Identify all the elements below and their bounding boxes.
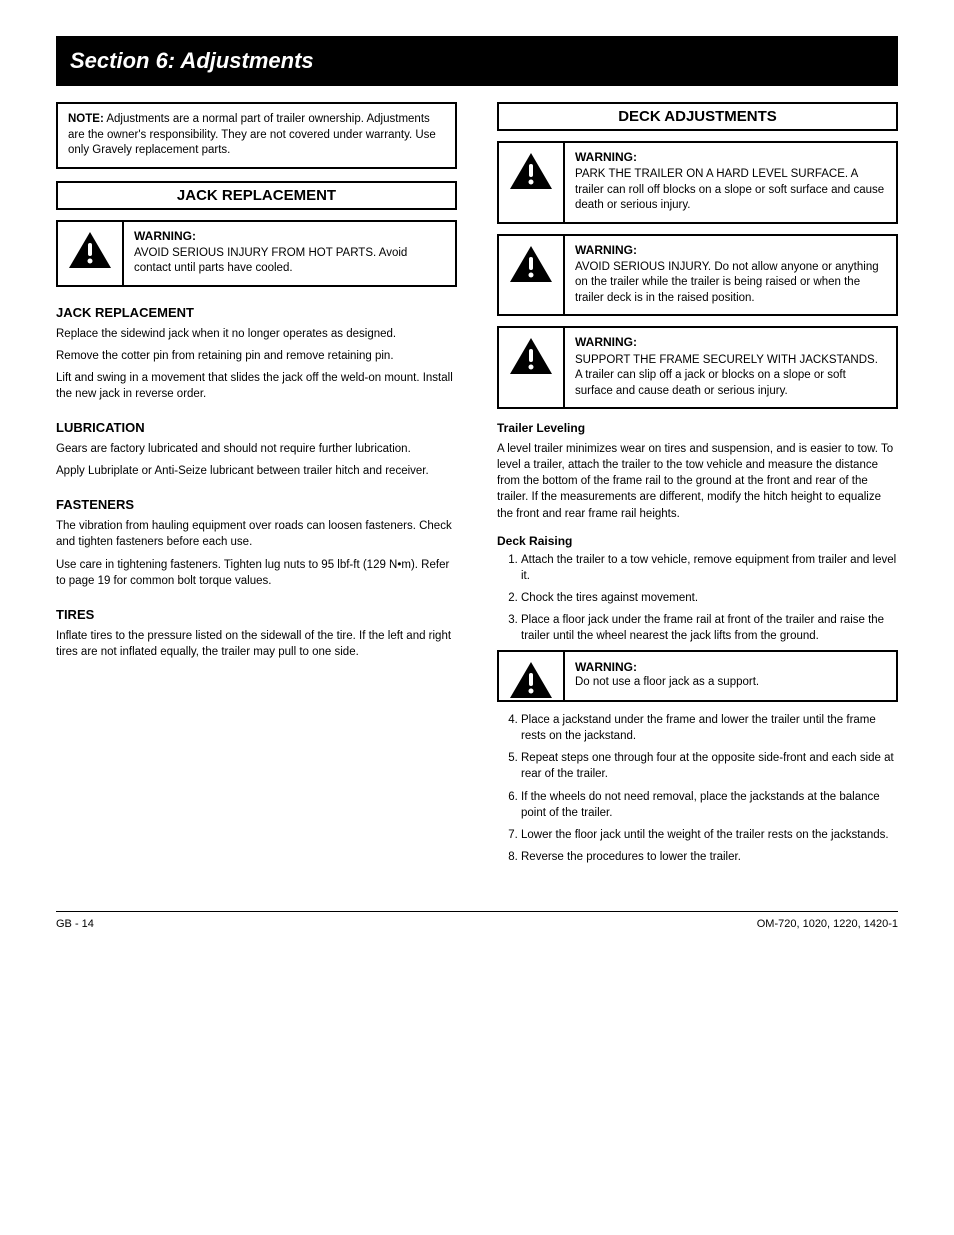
warning-triangle-icon — [508, 244, 554, 284]
subhead-deck-raising: Deck Raising — [497, 534, 898, 548]
subhead-jack-replacement: JACK REPLACEMENT — [56, 305, 457, 320]
warning-label: WARNING: — [575, 659, 886, 675]
list-item: Lower the floor jack until the weight of… — [521, 827, 898, 843]
warning-text-cell: WARNING: AVOID SERIOUS INJURY. Do not al… — [565, 236, 896, 315]
body-text: Use care in tightening fasteners. Tighte… — [56, 557, 457, 589]
steps-list-2: Place a jackstand under the frame and lo… — [521, 712, 898, 865]
section-title: Section 6: Adjustments — [70, 48, 884, 74]
list-item: If the wheels do not need removal, place… — [521, 789, 898, 821]
section-header-jack: JACK REPLACEMENT — [56, 181, 457, 210]
warning-box-avoid-injury: WARNING: AVOID SERIOUS INJURY. Do not al… — [497, 234, 898, 317]
warning-box-hot-parts: WARNING: AVOID SERIOUS INJURY FROM HOT P… — [56, 220, 457, 287]
warning-box-jackstands: WARNING: SUPPORT THE FRAME SECURELY WITH… — [497, 326, 898, 409]
body-text: Replace the sidewind jack when it no lon… — [56, 326, 457, 342]
warning-box-floor-jack: WARNING: Do not use a floor jack as a su… — [497, 650, 898, 702]
warning-text-cell: WARNING: SUPPORT THE FRAME SECURELY WITH… — [565, 328, 896, 407]
warning-icon-cell — [499, 328, 565, 407]
note-text: Adjustments are a normal part of trailer… — [68, 113, 436, 156]
warning-label: WARNING: — [575, 242, 886, 258]
warning-text: Do not use a floor jack as a support. — [575, 675, 886, 691]
left-column: NOTE: Adjustments are a normal part of t… — [56, 102, 457, 871]
warning-text-cell: WARNING: AVOID SERIOUS INJURY FROM HOT P… — [124, 222, 455, 285]
list-item: Place a floor jack under the frame rail … — [521, 612, 898, 644]
steps-list-1: Attach the trailer to a tow vehicle, rem… — [521, 552, 898, 644]
body-text: The vibration from hauling equipment ove… — [56, 518, 457, 550]
body-text: Inflate tires to the pressure listed on … — [56, 628, 457, 660]
note-label: NOTE: — [68, 113, 104, 125]
page-footer: GB - 14 OM-720, 1020, 1220, 1420-1 — [56, 911, 898, 930]
list-item: Reverse the procedures to lower the trai… — [521, 849, 898, 865]
warning-icon-cell — [499, 143, 565, 222]
footer-doc-id: OM-720, 1020, 1220, 1420-1 — [757, 918, 898, 930]
footer-page-number: GB - 14 — [56, 918, 94, 930]
body-text: Remove the cotter pin from retaining pin… — [56, 348, 457, 364]
body-text: Lift and swing in a movement that slides… — [56, 370, 457, 402]
warning-box-level-surface: WARNING: PARK THE TRAILER ON A HARD LEVE… — [497, 141, 898, 224]
warning-text: PARK THE TRAILER ON A HARD LEVEL SURFACE… — [575, 168, 884, 211]
warning-icon-cell — [499, 652, 565, 700]
warning-text-cell: WARNING: PARK THE TRAILER ON A HARD LEVE… — [565, 143, 896, 222]
warning-text-cell: WARNING: Do not use a floor jack as a su… — [565, 652, 896, 700]
warning-triangle-icon — [67, 230, 113, 270]
body-text: Apply Lubriplate or Anti-Seize lubricant… — [56, 463, 457, 479]
warning-text: SUPPORT THE FRAME SECURELY WITH JACKSTAN… — [575, 354, 878, 397]
list-item: Repeat steps one through four at the opp… — [521, 750, 898, 782]
warning-text: AVOID SERIOUS INJURY FROM HOT PARTS. Avo… — [134, 247, 407, 275]
note-box: NOTE: Adjustments are a normal part of t… — [56, 102, 457, 169]
body-text: Gears are factory lubricated and should … — [56, 441, 457, 457]
subhead-lubrication: LUBRICATION — [56, 420, 457, 435]
two-column-layout: NOTE: Adjustments are a normal part of t… — [56, 102, 898, 871]
list-item: Chock the tires against movement. — [521, 590, 898, 606]
list-item: Place a jackstand under the frame and lo… — [521, 712, 898, 744]
subhead-tires: TIRES — [56, 607, 457, 622]
warning-label: WARNING: — [575, 149, 886, 165]
warning-icon-cell — [58, 222, 124, 285]
right-column: DECK ADJUSTMENTS WARNING: PARK THE TRAIL… — [497, 102, 898, 871]
list-item: Attach the trailer to a tow vehicle, rem… — [521, 552, 898, 584]
body-text: A level trailer minimizes wear on tires … — [497, 441, 898, 521]
warning-triangle-icon — [508, 151, 554, 191]
warning-triangle-icon — [508, 336, 554, 376]
warning-icon-cell — [499, 236, 565, 315]
warning-text: AVOID SERIOUS INJURY. Do not allow anyon… — [575, 261, 879, 304]
warning-label: WARNING: — [134, 228, 445, 244]
subhead-trailer-leveling: Trailer Leveling — [497, 421, 898, 435]
section-banner: Section 6: Adjustments — [56, 36, 898, 86]
section-header-deck: DECK ADJUSTMENTS — [497, 102, 898, 131]
warning-triangle-icon — [508, 660, 554, 700]
warning-label: WARNING: — [575, 334, 886, 350]
subhead-fasteners: FASTENERS — [56, 497, 457, 512]
